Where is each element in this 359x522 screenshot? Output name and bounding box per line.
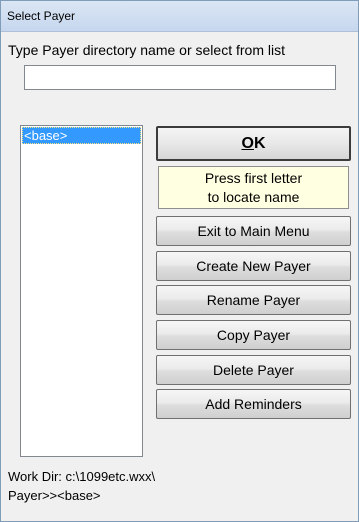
copy-payer-button[interactable]: Copy Payer — [156, 320, 351, 350]
locate-name-hint: Press first letter to locate name — [158, 166, 349, 209]
title-bar[interactable]: Select Payer — [1, 1, 358, 32]
ok-label-rest: K — [253, 134, 266, 152]
create-new-payer-button[interactable]: Create New Payer — [156, 251, 351, 281]
rename-payer-button[interactable]: Rename Payer — [156, 285, 351, 315]
payer-name-prompt: Type Payer directory name or select from… — [8, 42, 285, 58]
ok-accelerator-letter: O — [241, 134, 254, 152]
payer-name-input[interactable] — [24, 65, 336, 90]
hint-line-1: Press first letter — [204, 170, 303, 186]
add-reminders-button[interactable]: Add Reminders — [156, 389, 351, 419]
select-payer-dialog: Select Payer Type Payer directory name o… — [0, 0, 359, 522]
payer-list[interactable]: <base> — [20, 125, 143, 457]
current-payer-label: Payer>><base> — [8, 488, 101, 503]
hint-line-2: to locate name — [207, 189, 300, 205]
delete-payer-button[interactable]: Delete Payer — [156, 355, 351, 385]
exit-to-main-menu-button[interactable]: Exit to Main Menu — [156, 216, 351, 246]
work-dir-label: Work Dir: c:\1099etc.wxx\ — [8, 469, 156, 484]
payer-list-item-base[interactable]: <base> — [22, 127, 141, 144]
window-title: Select Payer — [7, 9, 76, 23]
ok-button[interactable]: OK — [156, 126, 351, 161]
